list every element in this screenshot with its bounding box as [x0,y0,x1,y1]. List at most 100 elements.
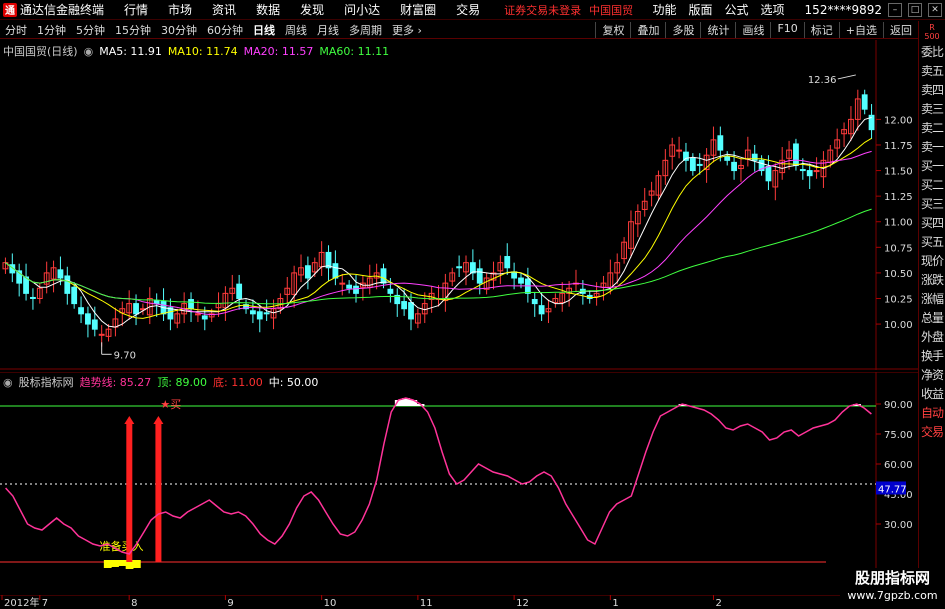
quote-field-label: 买三 [920,197,944,211]
candle-body [236,283,243,299]
indicator-tick-label: 30.00 [884,520,913,531]
period-multi[interactable]: 多周期 [344,22,387,38]
prepare-buy-bar [118,560,127,566]
candle-body [799,169,806,172]
indicator-tick-label: 90.00 [884,400,913,411]
menu-item-wealth[interactable]: 财富圈 [390,1,446,18]
tool-statistics[interactable]: 统计 [700,21,735,38]
candle-body [456,266,463,269]
tool-f10[interactable]: F10 [770,21,803,38]
axis-tick-label: 2012年 [4,596,39,609]
menu-item-trade[interactable]: 交易 [446,1,490,18]
account-id[interactable]: 152****9892 [805,3,882,17]
tool-adjust[interactable]: 复权 [595,21,630,38]
watermark-url: www.7gpzb.com [847,589,938,602]
candle-body [78,307,84,315]
trend-line [5,397,872,555]
maximize-icon[interactable]: □ [908,2,922,17]
candle-body [133,303,139,315]
candle-body [511,271,518,279]
candle-body [304,265,311,279]
tool-multi-stock[interactable]: 多股 [665,21,700,38]
quote-field-label: 换手 [920,349,944,363]
candle-body [696,163,703,166]
menu-item-options[interactable]: 选项 [755,1,791,18]
buy-signal-arrow [124,416,135,424]
low-price-label: 9.70 [114,350,136,361]
menu-item-ask[interactable]: 问小达 [334,1,390,18]
candle-body [30,296,36,299]
menu-item-function[interactable]: 功能 [646,1,682,18]
quote-field-label: 卖五 [920,64,944,78]
high-price-label: 12.36 [808,75,837,86]
tool-draw-line[interactable]: 画线 [735,21,770,38]
price-tick-label: 11.75 [884,141,913,152]
close-icon[interactable]: ✕ [928,2,942,17]
trend-label: 趋势线: 85.27 [79,376,152,389]
top-label: 顶: 89.00 [157,376,208,389]
candle-body [188,299,194,310]
minimize-icon[interactable]: – [888,2,902,17]
axis-tick-label: 8 [131,598,137,609]
period-5min[interactable]: 5分钟 [71,22,110,38]
period-30min[interactable]: 30分钟 [156,22,202,38]
buy-signal-arrow [153,416,164,424]
axis-tick-label: 7 [42,598,48,609]
price-tick-label: 11.50 [884,167,913,178]
badge-bottom: 500 [924,32,940,41]
candle-body [71,286,78,305]
menu-item-market[interactable]: 市场 [158,1,202,18]
axis-tick-label: 9 [227,598,233,609]
quote-field-label: 收益 [920,387,944,401]
indicator-name: 股标指标网 [18,376,74,389]
period-60min[interactable]: 60分钟 [202,22,248,38]
watermark: 股朋指标网 www.7gpzb.com [840,568,945,609]
ma5-label: MA5: 11.91 [99,44,162,58]
period-1min[interactable]: 1分钟 [32,22,71,38]
menu-bar: 通 通达信金融终端 行情 市场 资讯 数据 发现 问小达 财富圈 交易 证券交易… [0,0,945,20]
period-15min[interactable]: 15分钟 [110,22,156,38]
period-weekly[interactable]: 周线 [280,22,312,38]
indicator-chart[interactable]: 准备买入★买90.0075.0060.0045.0030.0047.7714:5… [0,372,918,594]
period-more[interactable]: 更多 › [387,22,427,38]
menu-item-news[interactable]: 资讯 [202,1,246,18]
period-monthly[interactable]: 月线 [312,22,344,38]
price-chart[interactable]: 12.00 11.75 11.50 11.25 11.00 10.75 10.50 10.25… [0,40,918,370]
quote-field-label: 总量 [920,311,944,325]
candle-body [256,311,263,320]
candle-body [518,277,524,284]
settings-icon[interactable]: ◉ [84,45,94,58]
price-tick-label: 11.00 [884,218,913,229]
quote-field-label: 卖二 [920,121,944,135]
tool-mark[interactable]: 标记 [803,21,839,38]
period-daily[interactable]: 日线 [248,22,280,38]
tool-back[interactable]: 返回 [883,21,918,38]
login-warning[interactable]: 证券交易未登录 [504,2,581,18]
candle-body [724,155,731,161]
menu-item-quotes[interactable]: 行情 [114,1,158,18]
current-value-label: 47.77 [878,484,907,495]
quote-field-label: 买二 [920,178,944,192]
menu-item-layout[interactable]: 版面 [683,1,719,18]
indicator-legend: ◉ 股标指标网 趋势线: 85.27 顶: 89.00 底: 11.00 中: … [3,374,318,390]
period-more-label: 更多 [392,23,414,37]
buy-signal-label: ★买 [160,398,181,411]
level-badge[interactable]: R 500 [919,21,945,43]
watermark-title: 股朋指标网 [854,569,930,587]
menu-item-formula[interactable]: 公式 [719,1,755,18]
quote-field-label[interactable]: 交易 [919,423,945,442]
quote-field-label: 买四 [920,216,944,230]
menu-item-discover[interactable]: 发现 [290,1,334,18]
tool-overlay[interactable]: 叠加 [630,21,665,38]
menu-item-data[interactable]: 数据 [246,1,290,18]
tool-add-watchlist[interactable]: +自选 [838,21,883,38]
quote-field-label: 现价 [920,254,944,268]
candle-body [717,135,724,151]
quote-field-label[interactable]: 自动 [919,404,945,423]
indicator-settings-icon[interactable]: ◉ [3,376,13,389]
high-pointer [837,74,856,80]
price-tick-label: 10.50 [884,269,913,280]
candle-body [153,300,160,305]
candle-body [408,302,414,320]
period-intraday[interactable]: 分时 [0,22,32,38]
